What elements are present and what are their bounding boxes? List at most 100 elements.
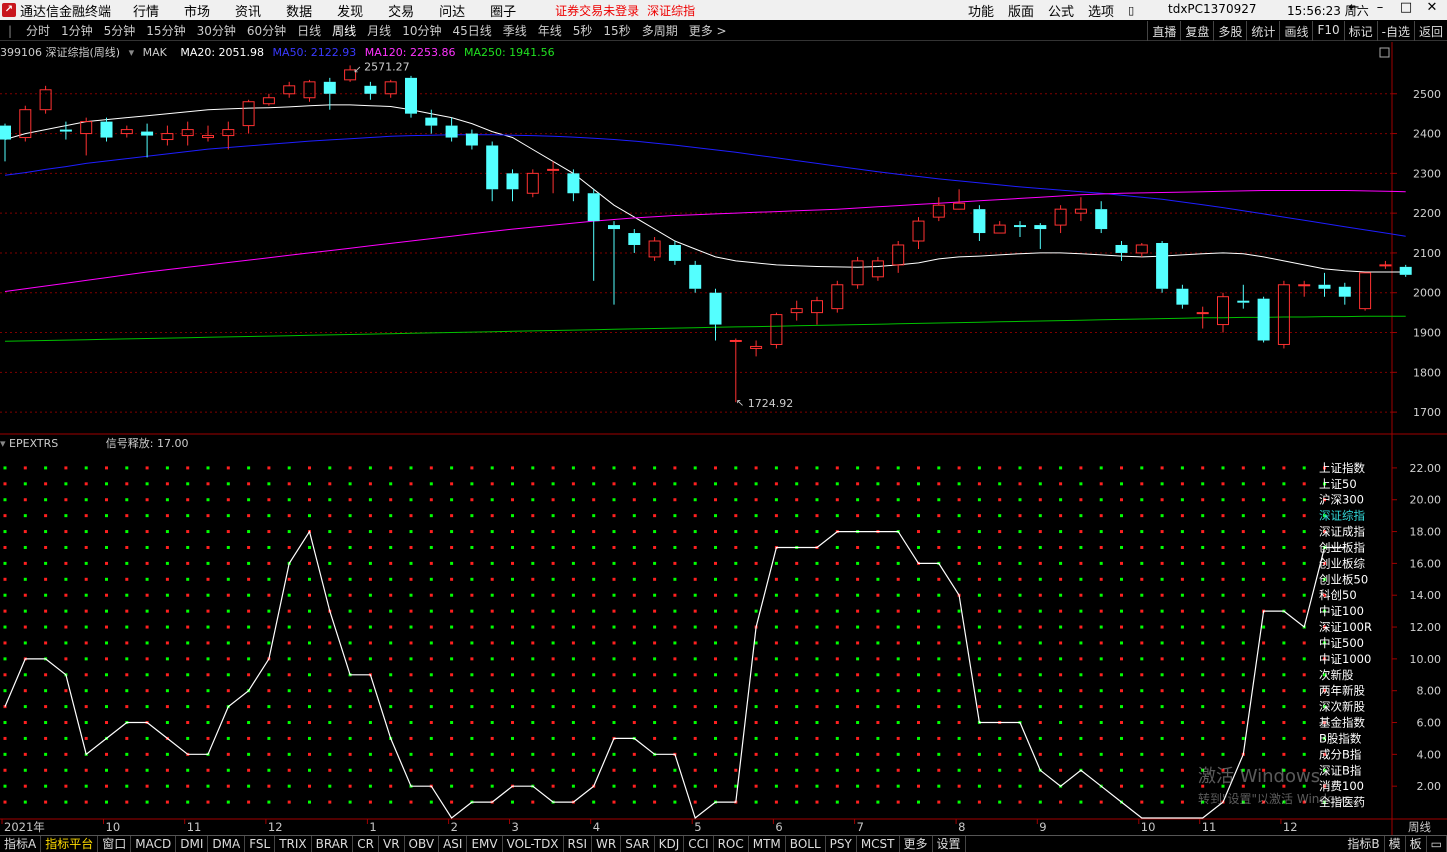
indicator-tab[interactable]: WR bbox=[592, 836, 622, 852]
indicator-tab[interactable]: DMA bbox=[208, 836, 246, 852]
tool-multi-stock[interactable]: 多股 bbox=[1213, 21, 1246, 41]
menu-quotes[interactable]: 行情 bbox=[133, 1, 159, 20]
signal-dot bbox=[592, 625, 596, 629]
indicator-tab[interactable]: OBV bbox=[405, 836, 440, 852]
indicator-tab[interactable]: PSY bbox=[826, 836, 857, 852]
signal-dot bbox=[714, 561, 717, 565]
menu-wenda[interactable]: 问达 bbox=[439, 1, 465, 20]
period-weekly[interactable]: 周线 bbox=[332, 22, 356, 39]
period-5min[interactable]: 5分钟 bbox=[104, 22, 136, 39]
period-30min[interactable]: 30分钟 bbox=[197, 22, 236, 39]
period-tick[interactable]: 分时 bbox=[26, 22, 50, 39]
indicator-toggle-icon[interactable]: ▾ bbox=[0, 437, 9, 450]
indicator-tab[interactable]: 指标平台 bbox=[41, 836, 99, 852]
menu-function[interactable]: 功能 bbox=[968, 1, 994, 20]
menu-layout[interactable]: 版面 bbox=[1008, 1, 1034, 20]
menu-market[interactable]: 市场 bbox=[184, 1, 210, 20]
period-60min[interactable]: 60分钟 bbox=[247, 22, 286, 39]
period-1min[interactable]: 1分钟 bbox=[61, 22, 93, 39]
indicator-tab[interactable]: VOL-TDX bbox=[503, 836, 564, 852]
signal-dot bbox=[247, 514, 251, 518]
period-15min[interactable]: 15分钟 bbox=[146, 22, 185, 39]
period-yearly[interactable]: 年线 bbox=[538, 22, 562, 39]
signal-dot bbox=[84, 641, 88, 645]
indicator-tab[interactable]: CCI bbox=[684, 836, 714, 852]
period-multi[interactable]: 多周期 bbox=[642, 22, 678, 39]
menu-formula[interactable]: 公式 bbox=[1048, 1, 1074, 20]
candle-body bbox=[242, 101, 255, 127]
signal-dot bbox=[3, 561, 7, 565]
indicator-tab[interactable]: ASI bbox=[439, 836, 468, 852]
signal-dot bbox=[206, 736, 210, 740]
signal-dot bbox=[368, 482, 372, 486]
signal-dot bbox=[592, 752, 596, 756]
indicator-tab[interactable]: FSL bbox=[245, 836, 276, 852]
indicator-tab[interactable]: MCST bbox=[857, 836, 900, 852]
period-more[interactable]: 更多 > bbox=[689, 22, 727, 39]
tool-live[interactable]: 直播 bbox=[1147, 21, 1180, 41]
indicator-tab[interactable]: ROC bbox=[714, 836, 749, 852]
panel-maximize-icon bbox=[1379, 47, 1390, 58]
signal-dot bbox=[551, 530, 555, 534]
indicator-tab[interactable]: VR bbox=[379, 836, 405, 852]
indicator-tab[interactable]: 设置 bbox=[933, 836, 966, 852]
indicator-tab[interactable]: RSI bbox=[564, 836, 593, 852]
signal-dot bbox=[450, 768, 454, 772]
period-monthly[interactable]: 月线 bbox=[367, 22, 391, 39]
indicator-tab[interactable]: 更多 bbox=[900, 836, 933, 852]
period-45day[interactable]: 45日线 bbox=[452, 22, 491, 39]
chart-area[interactable]: 250024002300220021002000190018001700 ↙ 25… bbox=[0, 42, 1447, 835]
menu-discover[interactable]: 发现 bbox=[337, 1, 363, 20]
menu-circle[interactable]: 圈子 bbox=[490, 1, 516, 20]
period-10min[interactable]: 10分钟 bbox=[402, 22, 441, 39]
indicator-tab[interactable]: SAR bbox=[621, 836, 655, 852]
right-tab[interactable]: 指标B bbox=[1343, 836, 1385, 852]
tab-menu-icon[interactable]: ▭ bbox=[1427, 836, 1447, 852]
panel-toggle-icon[interactable]: | bbox=[8, 24, 20, 38]
indicator-name[interactable]: EPEXTRS bbox=[9, 437, 58, 450]
signal-dot bbox=[1079, 721, 1083, 725]
period-5sec[interactable]: 5秒 bbox=[573, 22, 593, 39]
menu-data[interactable]: 数据 bbox=[286, 1, 312, 20]
minimize-button[interactable]: – bbox=[1367, 0, 1393, 15]
tool-remove-watch[interactable]: -自选 bbox=[1376, 21, 1414, 41]
tool-draw[interactable]: 画线 bbox=[1279, 21, 1312, 41]
tool-stats[interactable]: 统计 bbox=[1246, 21, 1279, 41]
indicator-tab[interactable]: KDJ bbox=[655, 836, 685, 852]
indicator-tab[interactable]: EMV bbox=[467, 836, 503, 852]
indicator-tab[interactable]: BRAR bbox=[312, 836, 354, 852]
period-quarterly[interactable]: 季线 bbox=[503, 22, 527, 39]
terminal-icon[interactable]: ▯ bbox=[1128, 4, 1134, 17]
right-tab[interactable]: 模 bbox=[1385, 836, 1406, 852]
tool-replay[interactable]: 复盘 bbox=[1180, 21, 1213, 41]
trade-login-alert[interactable]: 证券交易未登录 bbox=[555, 2, 639, 19]
close-button[interactable]: ✕ bbox=[1419, 0, 1445, 15]
menu-options[interactable]: 选项 bbox=[1088, 1, 1114, 20]
signal-dot bbox=[1059, 736, 1063, 740]
candle-body bbox=[202, 135, 214, 139]
indicator-tab[interactable]: BOLL bbox=[786, 836, 826, 852]
signal-dot bbox=[1241, 561, 1245, 565]
indicator-tab[interactable]: 窗口 bbox=[98, 836, 132, 852]
tool-back[interactable]: 返回 bbox=[1413, 21, 1447, 41]
indicator-tab[interactable]: MTM bbox=[749, 836, 786, 852]
indicator-tab[interactable]: 指标A bbox=[0, 836, 42, 852]
tool-f10[interactable]: F10 bbox=[1312, 21, 1343, 41]
menu-news[interactable]: 资讯 bbox=[235, 1, 261, 20]
signal-dot bbox=[3, 800, 7, 804]
indicator-tab[interactable]: TRIX bbox=[275, 836, 312, 852]
period-daily[interactable]: 日线 bbox=[297, 22, 321, 39]
back-icon[interactable]: ← bbox=[1341, 0, 1367, 15]
indicator-tab[interactable]: MACD bbox=[131, 836, 177, 852]
indicator-tab[interactable]: CR bbox=[353, 836, 379, 852]
signal-dot bbox=[186, 784, 190, 788]
tool-mark[interactable]: 标记 bbox=[1343, 21, 1377, 41]
mak-label[interactable]: ▾ MAK bbox=[129, 46, 172, 59]
maximize-button[interactable]: □ bbox=[1393, 0, 1419, 15]
menu-trade[interactable]: 交易 bbox=[388, 1, 414, 20]
right-tab[interactable]: 板 bbox=[1406, 836, 1427, 852]
period-15sec[interactable]: 15秒 bbox=[603, 22, 630, 39]
signal-dot bbox=[145, 784, 149, 788]
indicator-tab[interactable]: DMI bbox=[176, 836, 209, 852]
signal-dot bbox=[693, 721, 697, 725]
